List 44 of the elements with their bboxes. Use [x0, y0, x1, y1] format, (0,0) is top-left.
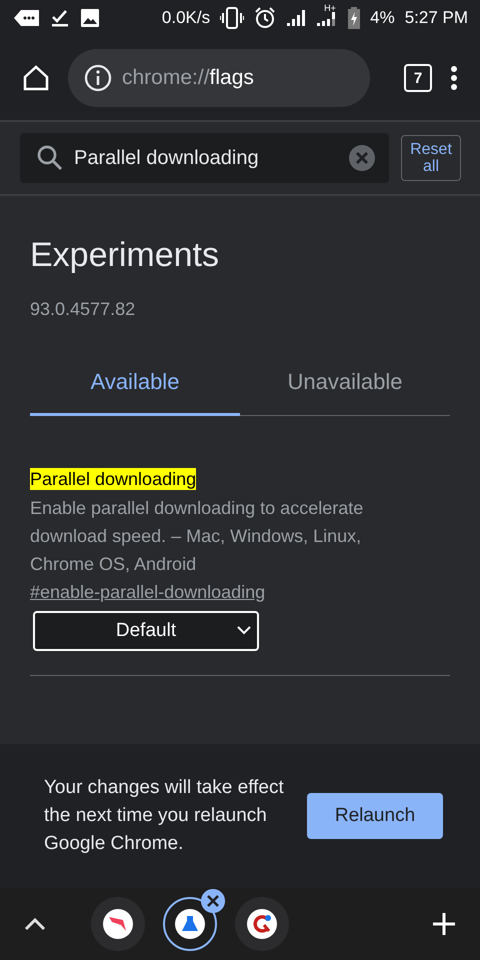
page-title: Experiments: [30, 236, 220, 275]
search-field[interactable]: Parallel downloading: [20, 133, 389, 183]
download-done-icon: [50, 8, 70, 28]
home-button[interactable]: [22, 64, 50, 92]
expand-tabs-button[interactable]: [24, 917, 46, 931]
menu-button[interactable]: [450, 65, 458, 91]
flag-description: Enable parallel downloading to accelerate download speed. – Mac, Windows, Linux, Chrome OS, Android: [30, 497, 364, 576]
tab[interactable]: Available: [30, 350, 240, 416]
favicon-icon: [247, 909, 277, 939]
relaunch-button[interactable]: Relaunch: [307, 793, 443, 839]
chevron-up-icon: [24, 917, 46, 931]
search-icon: [36, 144, 64, 172]
tab[interactable]: Unavailable: [240, 350, 450, 416]
signal-icon: [286, 9, 306, 27]
relaunch-message: Your changes will take effect the next time you relaunch Google Chrome.: [44, 776, 285, 856]
favicon-icon: [103, 909, 133, 939]
battery-charging-icon: [348, 7, 360, 29]
image-icon: [80, 8, 100, 28]
search-input[interactable]: Parallel downloading: [74, 146, 339, 170]
reset-all-button[interactable]: Reset all: [401, 135, 461, 181]
version-number: 93.0.4577.82: [30, 299, 136, 320]
network-type: H+: [324, 3, 336, 13]
info-icon[interactable]: [84, 64, 112, 92]
clear-button[interactable]: [349, 145, 375, 171]
alarm-icon: [254, 7, 276, 29]
flask-icon: [175, 909, 205, 939]
more-icon: [450, 65, 458, 91]
message-icon: [14, 9, 40, 27]
flag-name: Parallel downloading: [30, 468, 196, 490]
clear-icon: [349, 145, 375, 171]
url-text: chrome://flags: [122, 66, 254, 90]
caret-icon: [237, 626, 251, 635]
clock: 5:27 PM: [404, 8, 468, 28]
flag-dropdown[interactable]: Default: [33, 611, 259, 651]
new-tab-button[interactable]: [432, 912, 456, 936]
network-speed: 0.0K/s: [162, 8, 210, 28]
address-bar[interactable]: chrome://flags: [68, 49, 370, 107]
battery-percentage: 4%: [370, 8, 395, 28]
plus-icon: [432, 912, 456, 936]
home-icon: [22, 64, 50, 92]
vibrate-icon: [220, 7, 244, 29]
tab-switcher-button[interactable]: 7: [404, 64, 432, 92]
close-icon[interactable]: [201, 889, 225, 913]
flag-link[interactable]: #enable-parallel-downloading: [30, 582, 266, 603]
